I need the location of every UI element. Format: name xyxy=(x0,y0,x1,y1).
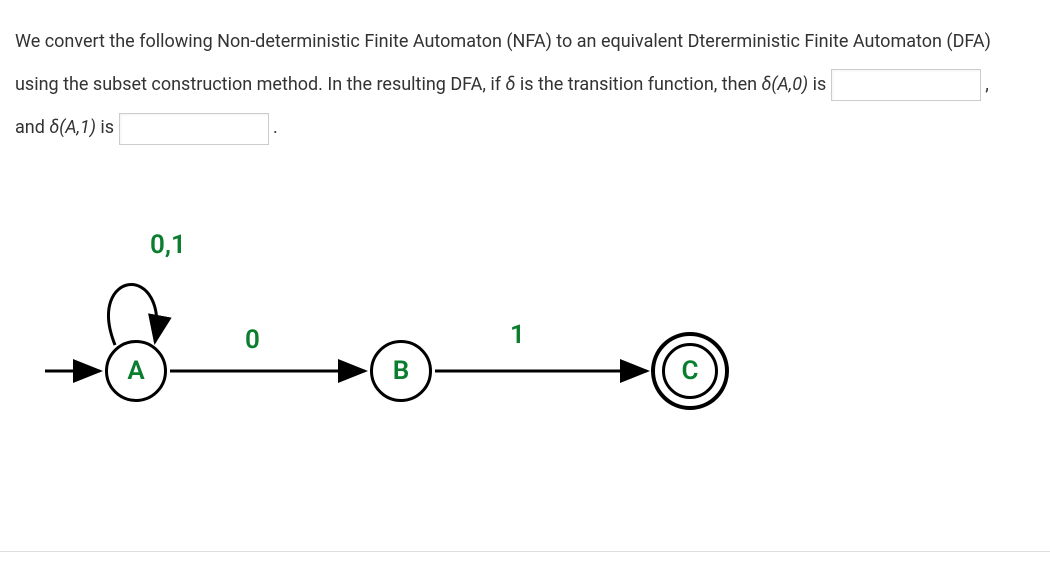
divider xyxy=(0,551,1050,552)
label-a-b: 0 xyxy=(245,325,260,355)
q-part2c: is xyxy=(808,74,831,95)
label-b-c: 1 xyxy=(510,320,525,350)
delta-sym: δ xyxy=(505,74,515,95)
delta-a1: δ(A,1) xyxy=(49,117,96,138)
delta-a0: δ(A,0) xyxy=(762,74,809,95)
answer-input-1[interactable] xyxy=(831,69,981,101)
state-b: B xyxy=(370,340,432,402)
state-c: C xyxy=(651,332,729,410)
question-text: We convert the following Non-determinist… xyxy=(15,20,1035,150)
answer-input-2[interactable] xyxy=(119,113,269,145)
q-part2a: using the subset construction method. In… xyxy=(15,74,505,95)
q-part1: We convert the following Non-determinist… xyxy=(15,31,991,52)
state-a: A xyxy=(105,340,167,402)
state-b-label: B xyxy=(393,356,410,386)
state-c-label: C xyxy=(682,356,699,386)
state-c-inner: C xyxy=(662,343,718,399)
q-part3b: is xyxy=(96,117,119,138)
q-period: . xyxy=(273,117,278,138)
q-part2b: is the transition function, then xyxy=(515,74,761,95)
state-a-label: A xyxy=(127,356,144,386)
q-part3a: and xyxy=(15,117,49,138)
q-comma: , xyxy=(985,74,989,95)
diagram-svg xyxy=(35,190,1035,450)
label-loop-a: 0,1 xyxy=(150,230,186,260)
loop-a xyxy=(109,284,157,344)
nfa-diagram: A B C 0,1 0 1 xyxy=(35,190,1035,450)
